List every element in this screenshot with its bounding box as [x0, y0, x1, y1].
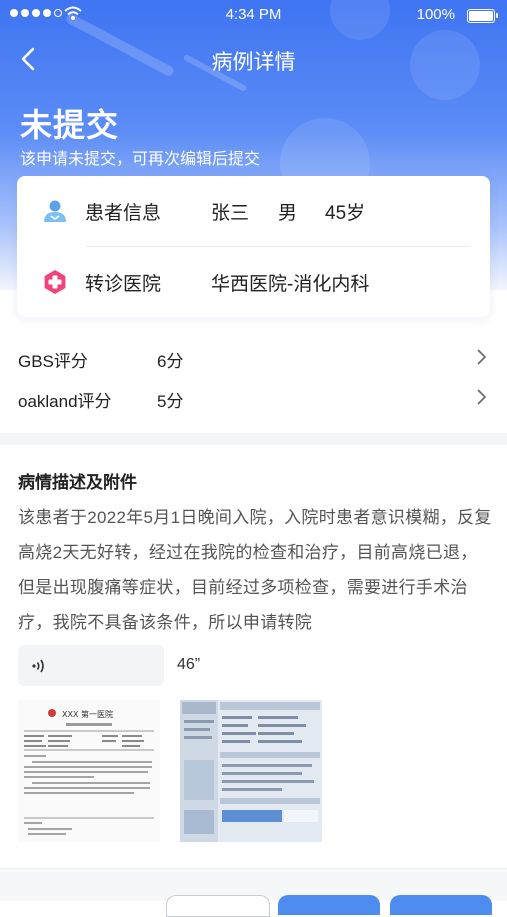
referral-hospital-value: 华西医院-消化内科 [211, 273, 370, 295]
action-button-submit[interactable] [390, 895, 492, 915]
form-screenshot-image [180, 700, 322, 842]
chevron-right-icon [477, 349, 487, 365]
case-status-title: 未提交 [20, 107, 120, 143]
description-section-title: 病情描述及附件 [18, 473, 137, 492]
gbs-score-row[interactable]: GBS评分 6分 [0, 337, 507, 377]
oakland-score-label: oakland评分 [18, 392, 112, 411]
medical-cross-icon [44, 270, 66, 294]
description-text: 该患者于2022年5月1日晚间入院，入院时患者意识模糊，反复高烧2天无好转，经过… [18, 508, 492, 632]
chevron-right-icon [477, 389, 487, 405]
patient-info-row: 患者信息 张三 男 45岁 [17, 176, 490, 246]
patient-age: 45岁 [325, 202, 366, 224]
gbs-score-value: 6分 [157, 352, 184, 371]
report-document-image: XXX 第一医院 [18, 700, 160, 842]
action-button-primary[interactable] [278, 895, 380, 915]
attachment-image-form[interactable] [180, 700, 322, 842]
report-header-text: XXX 第一医院 [62, 709, 113, 719]
voice-wave-icon [32, 659, 44, 673]
info-card: 患者信息 张三 男 45岁 转诊医院 华西医院-消化内科 [17, 176, 490, 317]
voice-duration: 46” [177, 656, 201, 673]
battery-percent: 100% [416, 6, 455, 23]
status-bar: 4:34 PM 100% [0, 0, 507, 30]
nav-bar: 病例详情 [0, 38, 507, 78]
referral-hospital-row: 转诊医院 华西医院-消化内科 [17, 247, 490, 317]
patient-gender: 男 [278, 202, 298, 224]
voice-message[interactable] [18, 645, 164, 686]
battery-icon [467, 9, 498, 23]
page-title: 病例详情 [211, 51, 296, 74]
patient-name: 张三 [211, 202, 250, 224]
attachment-image-report[interactable]: XXX 第一医院 [18, 700, 160, 842]
oakland-score-value: 5分 [157, 392, 184, 411]
patient-info-label: 患者信息 [85, 202, 162, 224]
action-button-secondary[interactable] [166, 895, 270, 917]
oakland-score-row[interactable]: oakland评分 5分 [0, 377, 507, 417]
section-divider [0, 433, 507, 445]
patient-icon [44, 200, 66, 222]
bottom-action-bar [0, 868, 507, 917]
gbs-score-label: GBS评分 [18, 352, 88, 371]
case-status-subtitle: 该申请未提交，可再次编辑后提交 [20, 151, 261, 168]
referral-hospital-label: 转诊医院 [85, 273, 162, 295]
